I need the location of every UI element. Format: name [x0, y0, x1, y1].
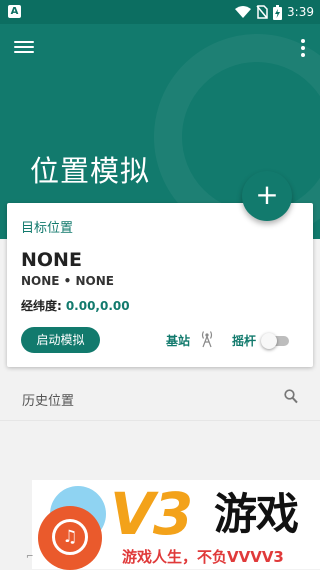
music-icon: ♫ — [52, 519, 88, 555]
corner-mark-icon: ⌐ — [26, 552, 34, 562]
status-time: 3:39 — [287, 5, 314, 19]
watermark-banner: ♫ V3 游戏 游戏人生，不负VVVV3 — [32, 480, 320, 570]
status-icons: 3:39 — [235, 3, 314, 21]
target-section-label: 目标位置 — [21, 221, 74, 236]
battery-icon — [273, 4, 283, 20]
coordinates-label: 经纬度: — [21, 299, 62, 313]
more-vert-icon[interactable] — [300, 38, 306, 58]
coordinates-row: 经纬度: 0.00,0.00 — [21, 297, 130, 314]
divider — [0, 420, 320, 421]
joystick-label: 摇杆 — [232, 334, 257, 348]
page-title: 位置模拟 — [30, 154, 151, 188]
banner-brand: V3 — [110, 480, 193, 548]
antenna-icon[interactable] — [200, 330, 214, 348]
search-icon[interactable] — [284, 389, 298, 405]
target-location-card: 目标位置 NONE NONE • NONE 经纬度: 0.00,0.00 启动模拟… — [7, 203, 313, 367]
wifi-icon — [235, 6, 252, 18]
location-detail: NONE • NONE — [21, 274, 114, 288]
banner-slogan: 游戏人生，不负VVVV3 — [122, 548, 284, 566]
base-station-label[interactable]: 基站 — [166, 332, 190, 349]
menu-icon[interactable] — [14, 38, 34, 56]
banner-brand-word: 游戏 — [214, 490, 299, 540]
coordinates-value: 0.00,0.00 — [65, 299, 130, 313]
no-sim-icon — [256, 5, 268, 19]
location-name: NONE — [21, 249, 82, 271]
history-label: 历史位置 — [22, 394, 75, 409]
start-simulation-button[interactable]: 启动模拟 — [21, 327, 100, 353]
add-location-button[interactable]: + — [242, 171, 292, 221]
joystick-toggle[interactable] — [261, 333, 289, 349]
toggle-thumb — [261, 333, 277, 349]
banner-logo: ♫ — [38, 506, 102, 570]
status-bar: A 3:39 — [0, 0, 320, 24]
notification-icon: A — [8, 5, 21, 18]
